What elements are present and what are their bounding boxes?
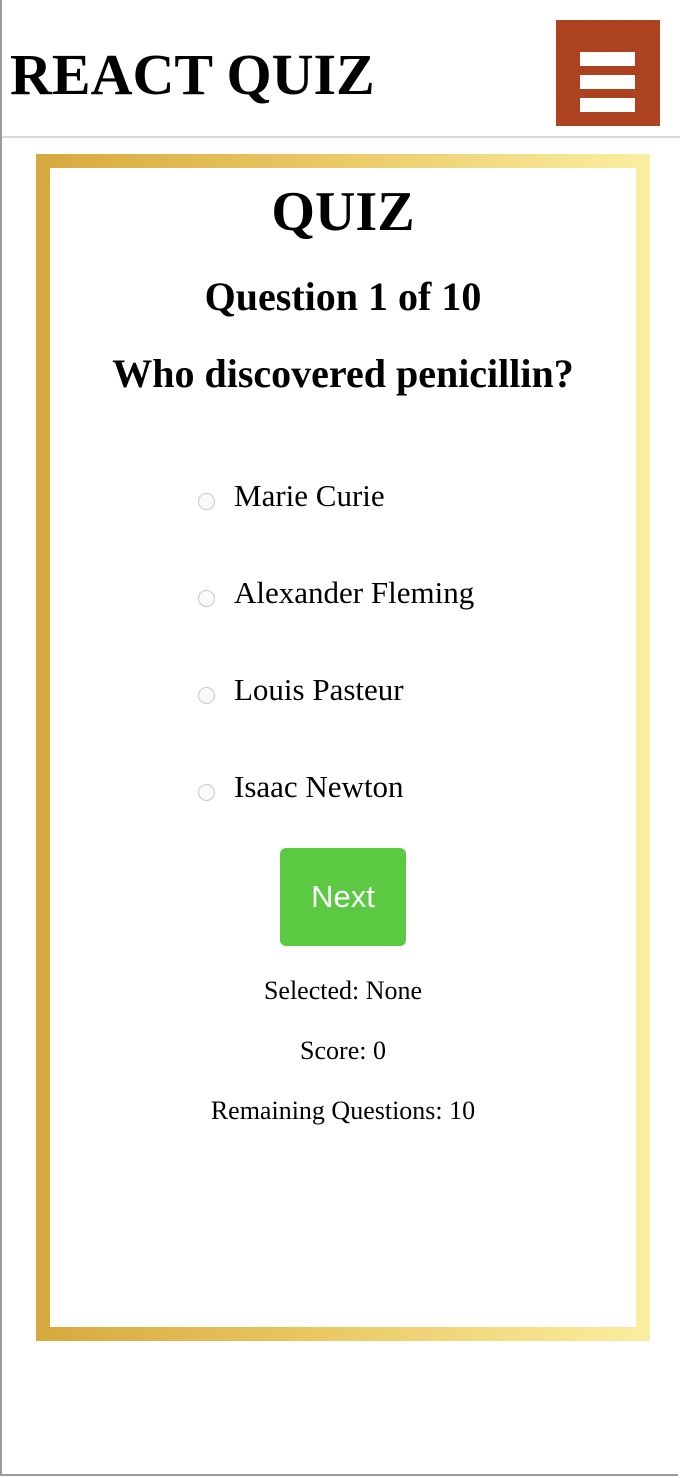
score-status: Score: 0 (300, 1036, 386, 1065)
answer-option-label: Alexander Fleming (234, 575, 475, 610)
quiz-card: QUIZ Question 1 of 10 Who discovered pen… (36, 154, 650, 1341)
quiz-heading: QUIZ (271, 181, 415, 243)
answer-option-label: Marie Curie (234, 478, 385, 513)
question-counter: Question 1 of 10 (204, 274, 482, 319)
menu-bar (580, 52, 635, 66)
menu-bar (580, 75, 635, 89)
radio-button[interactable] (198, 590, 215, 607)
remaining-questions-status: Remaining Questions: 10 (210, 1096, 476, 1125)
app-header: REACT QUIZ (2, 0, 680, 138)
selected-status: Selected: None (263, 976, 423, 1005)
hamburger-menu-icon[interactable] (556, 20, 660, 126)
radio-button[interactable] (198, 493, 215, 510)
radio-button[interactable] (198, 784, 215, 801)
next-button[interactable]: Next (280, 848, 406, 946)
answer-option-label: Isaac Newton (234, 769, 404, 804)
radio-button[interactable] (198, 687, 215, 704)
app-title: REACT QUIZ (10, 42, 375, 107)
quiz-card-body: QUIZ Question 1 of 10 Who discovered pen… (50, 168, 636, 1327)
answer-option-label: Louis Pasteur (234, 672, 404, 707)
menu-bar (580, 98, 635, 112)
question-text: Who discovered penicillin? (112, 351, 574, 396)
